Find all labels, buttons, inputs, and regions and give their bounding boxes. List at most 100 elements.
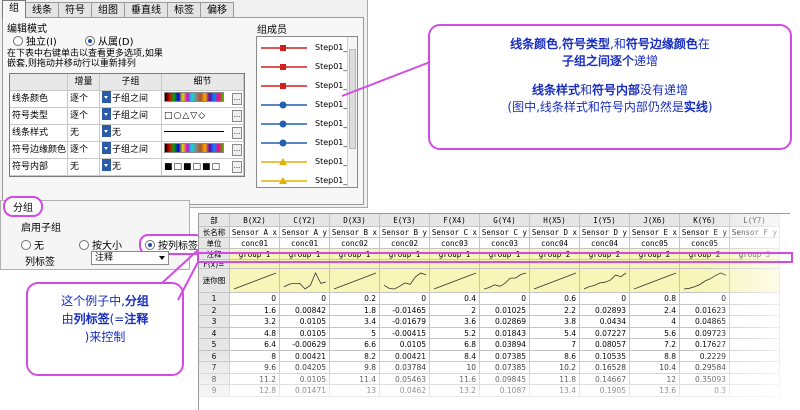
data-cell[interactable]: 5.6 bbox=[630, 327, 680, 339]
long-name-cell[interactable]: Sensor A y bbox=[280, 227, 330, 238]
tab-group[interactable]: 组 bbox=[2, 0, 26, 18]
column-header[interactable]: K(Y6) bbox=[680, 214, 730, 227]
units-cell[interactable]: conc01 bbox=[280, 238, 330, 249]
data-cell[interactable]: 7 bbox=[530, 339, 580, 351]
sparkline-cell[interactable] bbox=[230, 269, 280, 293]
row-header[interactable]: 5 bbox=[199, 339, 230, 351]
row-header[interactable]: 9 bbox=[199, 385, 230, 397]
data-cell[interactable]: 1.8 bbox=[330, 304, 380, 316]
data-cell[interactable]: 0.00842 bbox=[280, 304, 330, 316]
data-cell[interactable]: 3.2 bbox=[230, 316, 280, 328]
ellipsis-button[interactable]: ... bbox=[232, 144, 242, 156]
data-cell[interactable]: 5.4 bbox=[530, 327, 580, 339]
data-cell[interactable]: 0.16528 bbox=[580, 362, 630, 374]
data-cell[interactable]: 0.05463 bbox=[380, 373, 430, 385]
formula-cell[interactable] bbox=[230, 260, 280, 269]
comments-cell[interactable]: group 2 bbox=[630, 249, 680, 260]
long-name-cell[interactable]: Sensor B x bbox=[330, 227, 380, 238]
row-detail[interactable]: ... bbox=[162, 142, 244, 159]
data-cell[interactable]: 2.2 bbox=[530, 304, 580, 316]
units-cell[interactable]: conc04 bbox=[580, 238, 630, 249]
data-cell[interactable]: 5.2 bbox=[430, 327, 480, 339]
edit-mode-dependent[interactable]: 从属(D) bbox=[85, 33, 134, 48]
data-cell[interactable]: 10.4 bbox=[630, 362, 680, 374]
data-cell[interactable]: 7.2 bbox=[630, 339, 680, 351]
sparkline-cell[interactable] bbox=[680, 269, 730, 293]
data-cell[interactable]: 6.8 bbox=[430, 339, 480, 351]
sparkline-cell[interactable] bbox=[330, 269, 380, 293]
data-cell[interactable]: 9.6 bbox=[230, 362, 280, 374]
data-cell[interactable]: 0.10535 bbox=[580, 350, 630, 362]
data-cell[interactable]: 9.8 bbox=[330, 362, 380, 374]
data-cell[interactable]: 0.02869 bbox=[480, 316, 530, 328]
row-header[interactable]: 部 bbox=[199, 214, 230, 227]
data-cell[interactable]: -0.00415 bbox=[380, 327, 430, 339]
subgroup-size-option[interactable]: 按大小 bbox=[79, 237, 122, 252]
data-cell[interactable]: 13.6 bbox=[630, 385, 680, 397]
column-header[interactable]: F(X4) bbox=[430, 214, 480, 227]
units-cell[interactable]: conc05 bbox=[630, 238, 680, 249]
row-header[interactable]: 单位 bbox=[199, 238, 230, 249]
column-header[interactable]: H(X5) bbox=[530, 214, 580, 227]
formula-cell[interactable] bbox=[280, 260, 330, 269]
data-cell[interactable]: 11.6 bbox=[430, 373, 480, 385]
data-cell[interactable]: 8.4 bbox=[430, 350, 480, 362]
data-cell[interactable]: 0.2229 bbox=[680, 350, 730, 362]
units-cell[interactable] bbox=[730, 238, 780, 249]
data-cell[interactable]: 4 bbox=[630, 316, 680, 328]
data-cell[interactable]: 0.02893 bbox=[580, 304, 630, 316]
radio-by-column-label[interactable] bbox=[145, 240, 155, 250]
units-cell[interactable]: conc03 bbox=[480, 238, 530, 249]
data-cell[interactable]: 0.00421 bbox=[380, 350, 430, 362]
ellipsis-button[interactable]: ... bbox=[232, 93, 242, 105]
long-name-cell[interactable]: Sensor F y bbox=[730, 227, 780, 238]
data-cell[interactable]: 11.2 bbox=[230, 373, 280, 385]
comments-cell[interactable]: group 2 bbox=[580, 249, 630, 260]
row-subgroup[interactable]: 无 bbox=[100, 125, 162, 142]
sparkline-cell[interactable] bbox=[280, 269, 330, 293]
row-header[interactable]: 4 bbox=[199, 327, 230, 339]
row-increment[interactable]: 无 bbox=[68, 159, 100, 176]
sparkline-cell[interactable] bbox=[380, 269, 430, 293]
row-subgroup[interactable]: 无 bbox=[100, 159, 162, 176]
dropdown-arrow-icon[interactable] bbox=[102, 142, 111, 154]
data-cell[interactable]: 10.2 bbox=[530, 362, 580, 374]
row-subgroup[interactable]: 子组之间 bbox=[100, 142, 162, 159]
data-cell[interactable]: 0.00421 bbox=[280, 350, 330, 362]
data-cell[interactable]: 0 bbox=[680, 293, 730, 305]
dropdown-arrow-icon[interactable] bbox=[102, 125, 111, 137]
data-cell[interactable]: 0.29584 bbox=[680, 362, 730, 374]
sparkline-cell[interactable] bbox=[480, 269, 530, 293]
data-cell[interactable]: 0.1087 bbox=[480, 385, 530, 397]
data-cell[interactable]: 0.01843 bbox=[480, 327, 530, 339]
long-name-cell[interactable]: Sensor D x bbox=[530, 227, 580, 238]
data-cell[interactable] bbox=[730, 373, 780, 385]
formula-cell[interactable] bbox=[580, 260, 630, 269]
formula-cell[interactable] bbox=[680, 260, 730, 269]
long-name-cell[interactable]: Sensor A x bbox=[230, 227, 280, 238]
data-cell[interactable] bbox=[730, 304, 780, 316]
column-header[interactable]: J(X6) bbox=[630, 214, 680, 227]
units-cell[interactable]: conc02 bbox=[380, 238, 430, 249]
data-cell[interactable]: 3.8 bbox=[530, 316, 580, 328]
column-header[interactable]: L(Y7) bbox=[730, 214, 780, 227]
data-cell[interactable]: 0 bbox=[280, 293, 330, 305]
formula-cell[interactable] bbox=[630, 260, 680, 269]
data-cell[interactable]: 2.4 bbox=[630, 304, 680, 316]
scrollbar-thumb[interactable] bbox=[349, 49, 356, 149]
comments-cell[interactable]: group 2 bbox=[680, 249, 730, 260]
dropdown-arrow-icon[interactable] bbox=[102, 108, 111, 120]
data-cell[interactable]: 10 bbox=[430, 362, 480, 374]
formula-cell[interactable] bbox=[430, 260, 480, 269]
data-cell[interactable]: 3.4 bbox=[330, 316, 380, 328]
long-name-cell[interactable]: Sensor C x bbox=[430, 227, 480, 238]
data-cell[interactable] bbox=[730, 339, 780, 351]
row-header[interactable]: 3 bbox=[199, 316, 230, 328]
data-cell[interactable]: 8.2 bbox=[330, 350, 380, 362]
data-cell[interactable]: 0.08057 bbox=[580, 339, 630, 351]
member-item[interactable]: Step01_ bbox=[257, 172, 349, 187]
data-cell[interactable]: 8 bbox=[230, 350, 280, 362]
long-name-cell[interactable]: Sensor C y bbox=[480, 227, 530, 238]
row-detail[interactable]: ... bbox=[162, 91, 244, 108]
sparkline-cell[interactable] bbox=[730, 269, 780, 293]
